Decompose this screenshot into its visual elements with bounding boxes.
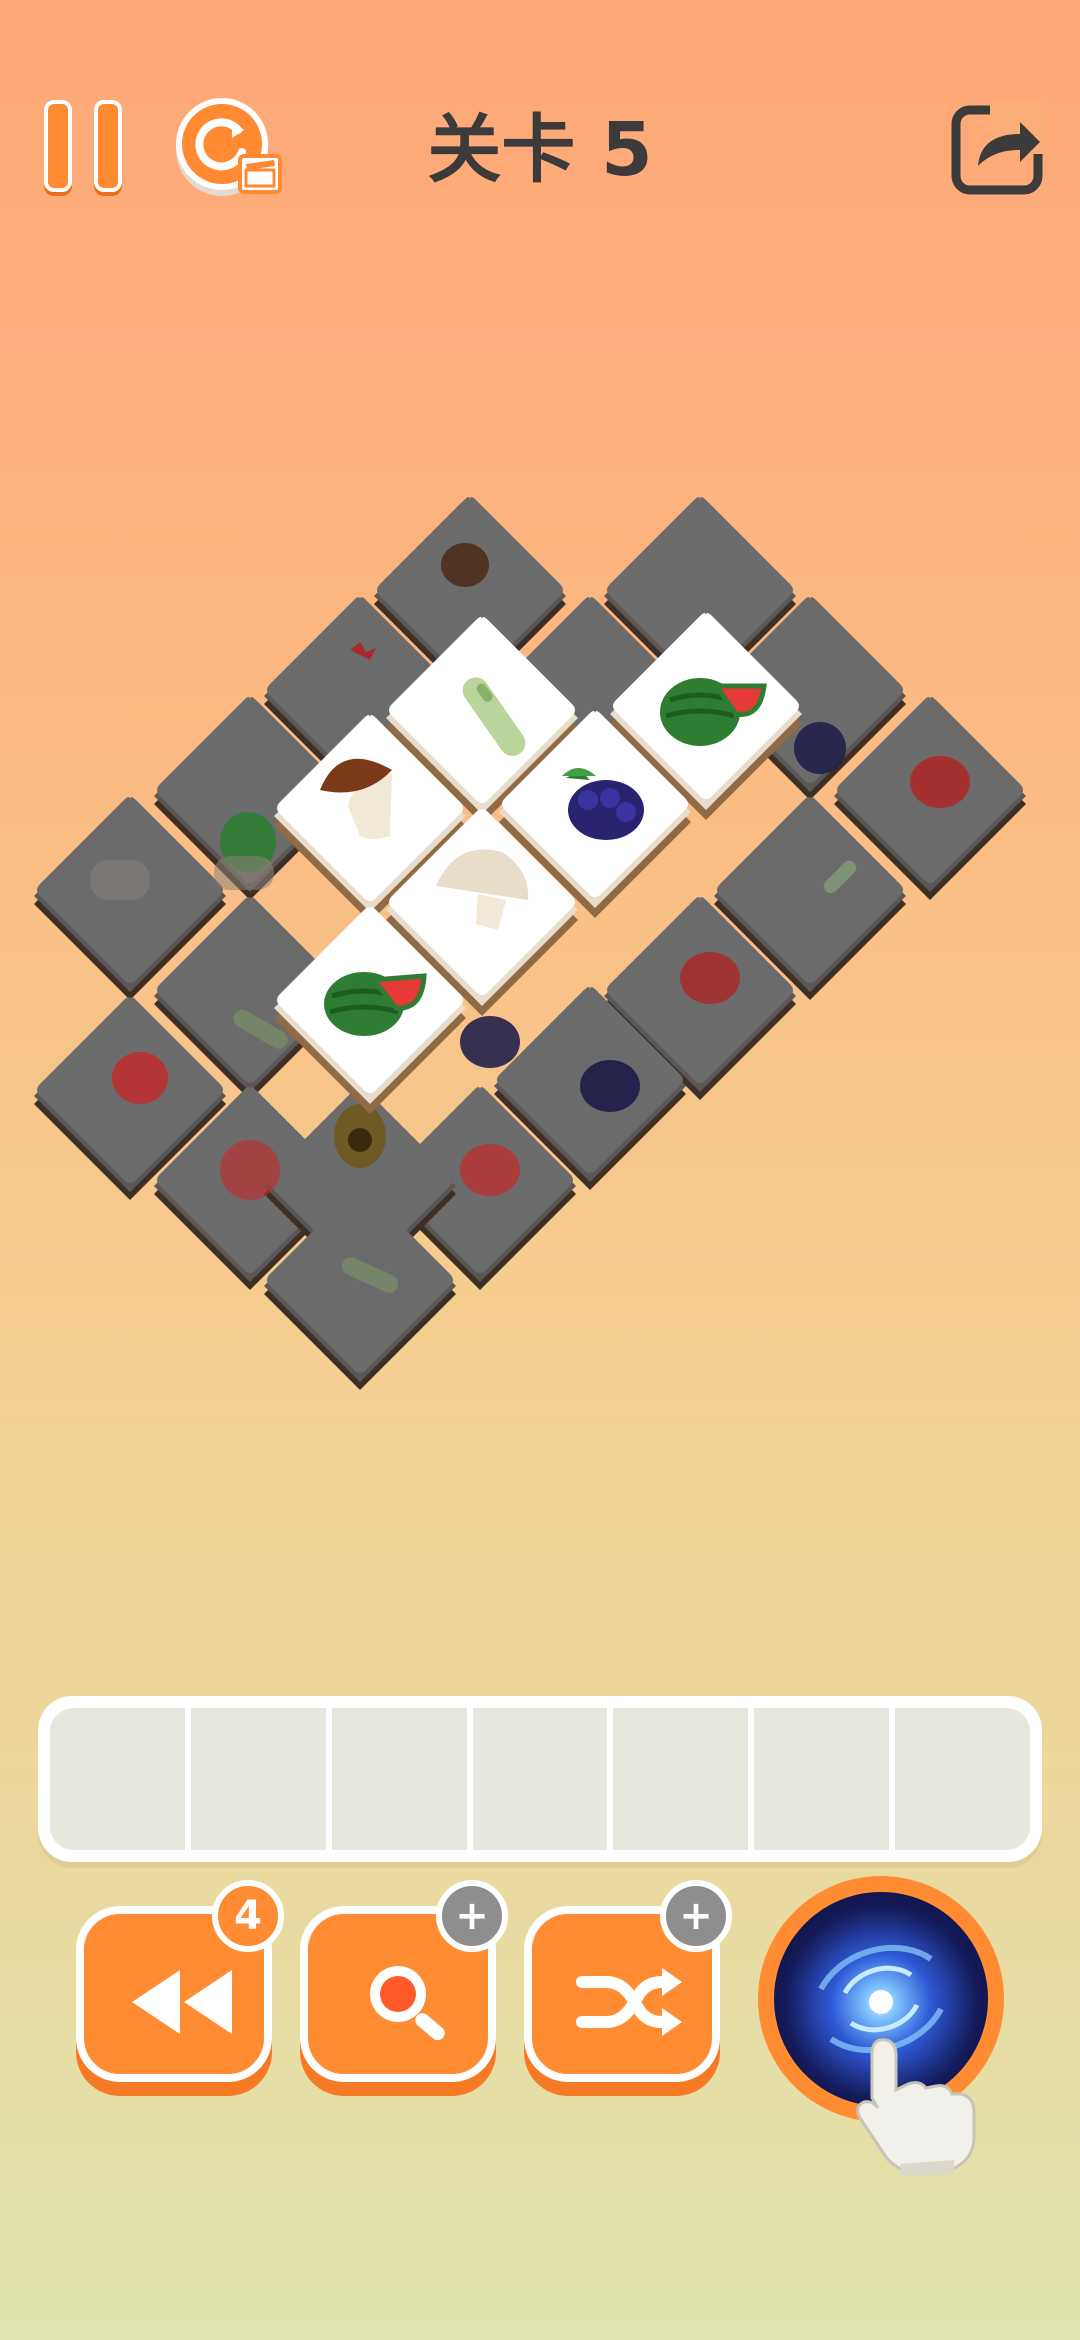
magnifier-icon <box>370 1966 445 2041</box>
tray-slot <box>331 1708 473 1850</box>
hint-button[interactable]: + <box>300 1880 508 2094</box>
top-bar: 关卡 5 <box>0 0 1080 240</box>
shuffle-add-badge[interactable]: + <box>660 1880 732 1952</box>
hint-add-badge[interactable]: + <box>436 1880 508 1952</box>
tray-slot <box>613 1708 755 1850</box>
video-clapper-icon <box>238 154 282 194</box>
share-button[interactable] <box>950 100 1046 196</box>
shuffle-icon <box>576 1968 682 2036</box>
tray-slot <box>754 1708 896 1850</box>
tray-slot <box>472 1708 614 1850</box>
pause-button[interactable] <box>44 100 130 196</box>
pause-icon-bar <box>94 100 122 192</box>
level-title: 关卡 5 <box>427 107 653 193</box>
tray-slot <box>50 1708 191 1850</box>
pause-icon <box>44 100 72 192</box>
tray-slot <box>190 1708 332 1850</box>
collection-tray <box>38 1696 1042 1862</box>
shuffle-button[interactable]: + <box>524 1880 732 2094</box>
undo-button[interactable]: 4 <box>76 1880 284 2094</box>
undo-count-badge: 4 <box>212 1880 284 1952</box>
tile-board[interactable] <box>0 460 1080 1420</box>
tray-slots <box>50 1708 1030 1850</box>
share-icon <box>951 102 1046 195</box>
restart-button[interactable] <box>172 94 288 204</box>
rewind-icon <box>132 1970 232 2034</box>
tutorial-hand-icon <box>856 2038 976 2176</box>
tray-slot <box>895 1708 1030 1850</box>
